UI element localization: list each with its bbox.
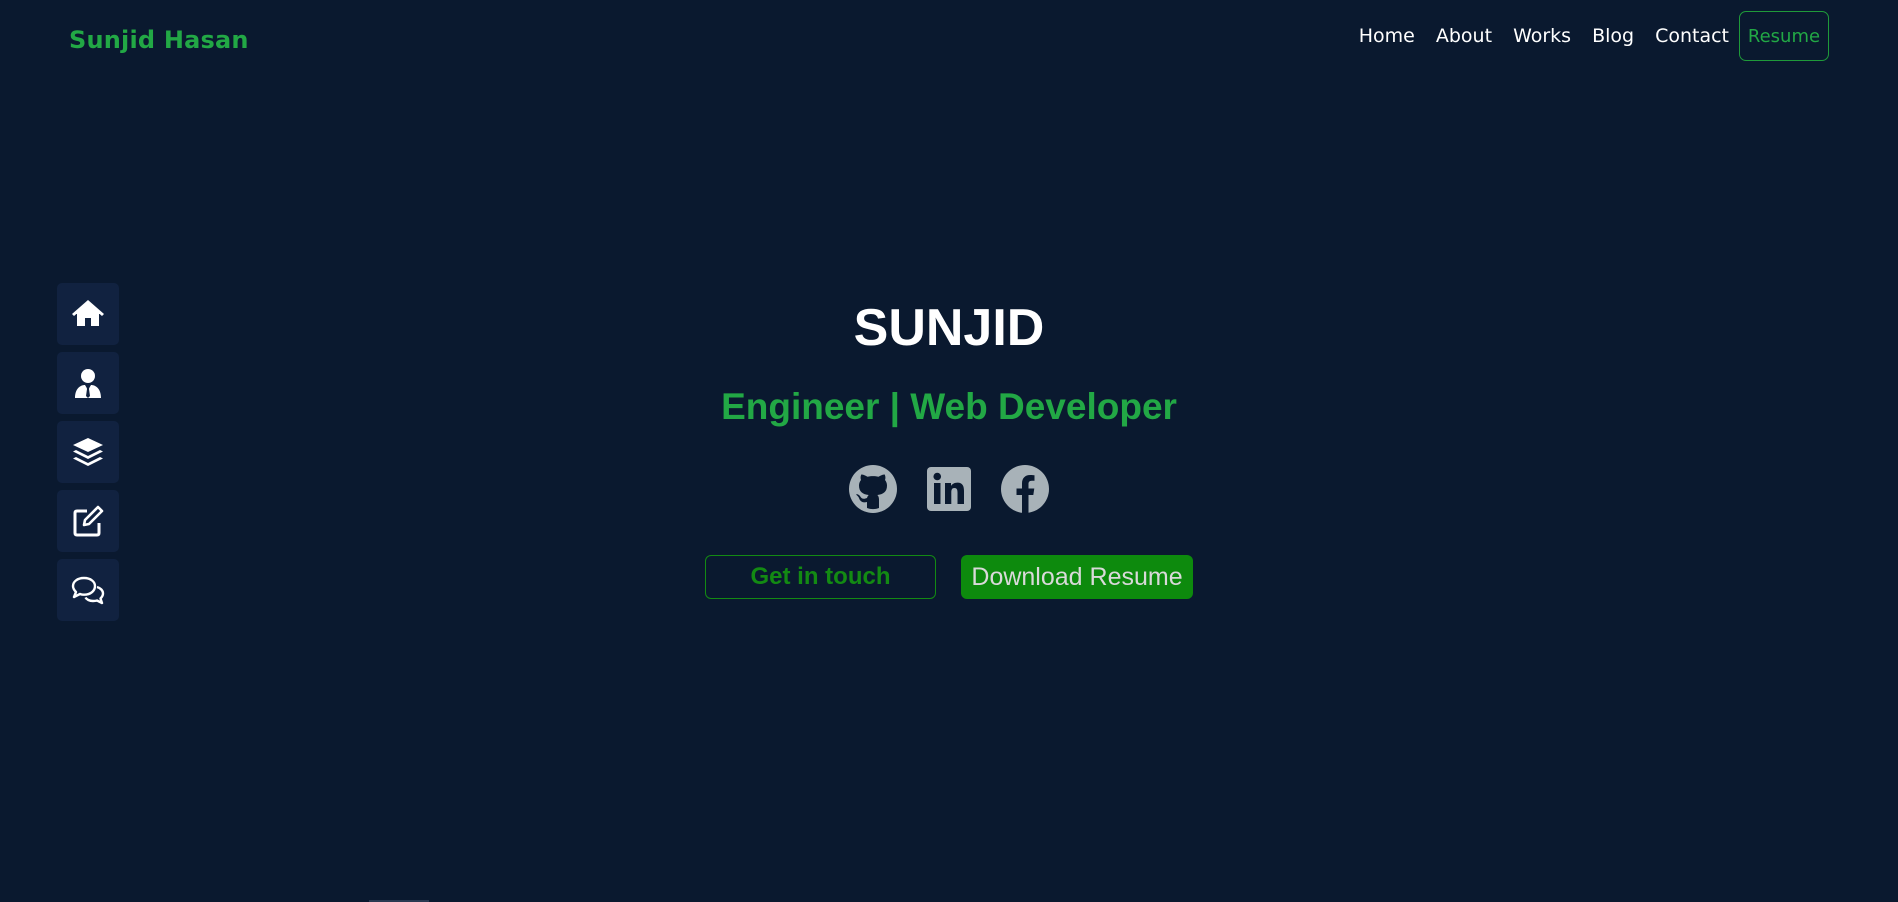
nav-contact-link[interactable]: Contact: [1655, 25, 1729, 47]
brand-logo-text[interactable]: Sunjid Hasan: [69, 26, 249, 54]
linkedin-icon: [927, 467, 971, 511]
top-nav: Home About Works Blog Contact Resume: [1359, 10, 1829, 62]
github-icon: [849, 465, 897, 513]
hero-title: Engineer | Web Developer: [721, 386, 1177, 427]
page: Sunjid Hasan Home About Works Blog Conta…: [0, 0, 1898, 902]
github-link[interactable]: [848, 464, 898, 514]
facebook-link[interactable]: [1000, 464, 1050, 514]
nav-works-link[interactable]: Works: [1513, 25, 1571, 47]
nav-home-link[interactable]: Home: [1359, 25, 1415, 47]
hero-cta-group: Get in touch Download Resume: [0, 555, 1898, 599]
nav-blog-link[interactable]: Blog: [1592, 25, 1634, 47]
download-resume-button[interactable]: Download Resume: [961, 555, 1193, 599]
get-in-touch-button[interactable]: Get in touch: [705, 555, 936, 599]
resume-button[interactable]: Resume: [1739, 11, 1829, 61]
social-links: [0, 464, 1898, 514]
linkedin-link[interactable]: [924, 464, 974, 514]
nav-about-link[interactable]: About: [1436, 25, 1492, 47]
hero-name: SUNJID: [853, 299, 1045, 357]
facebook-icon: [1001, 465, 1049, 513]
